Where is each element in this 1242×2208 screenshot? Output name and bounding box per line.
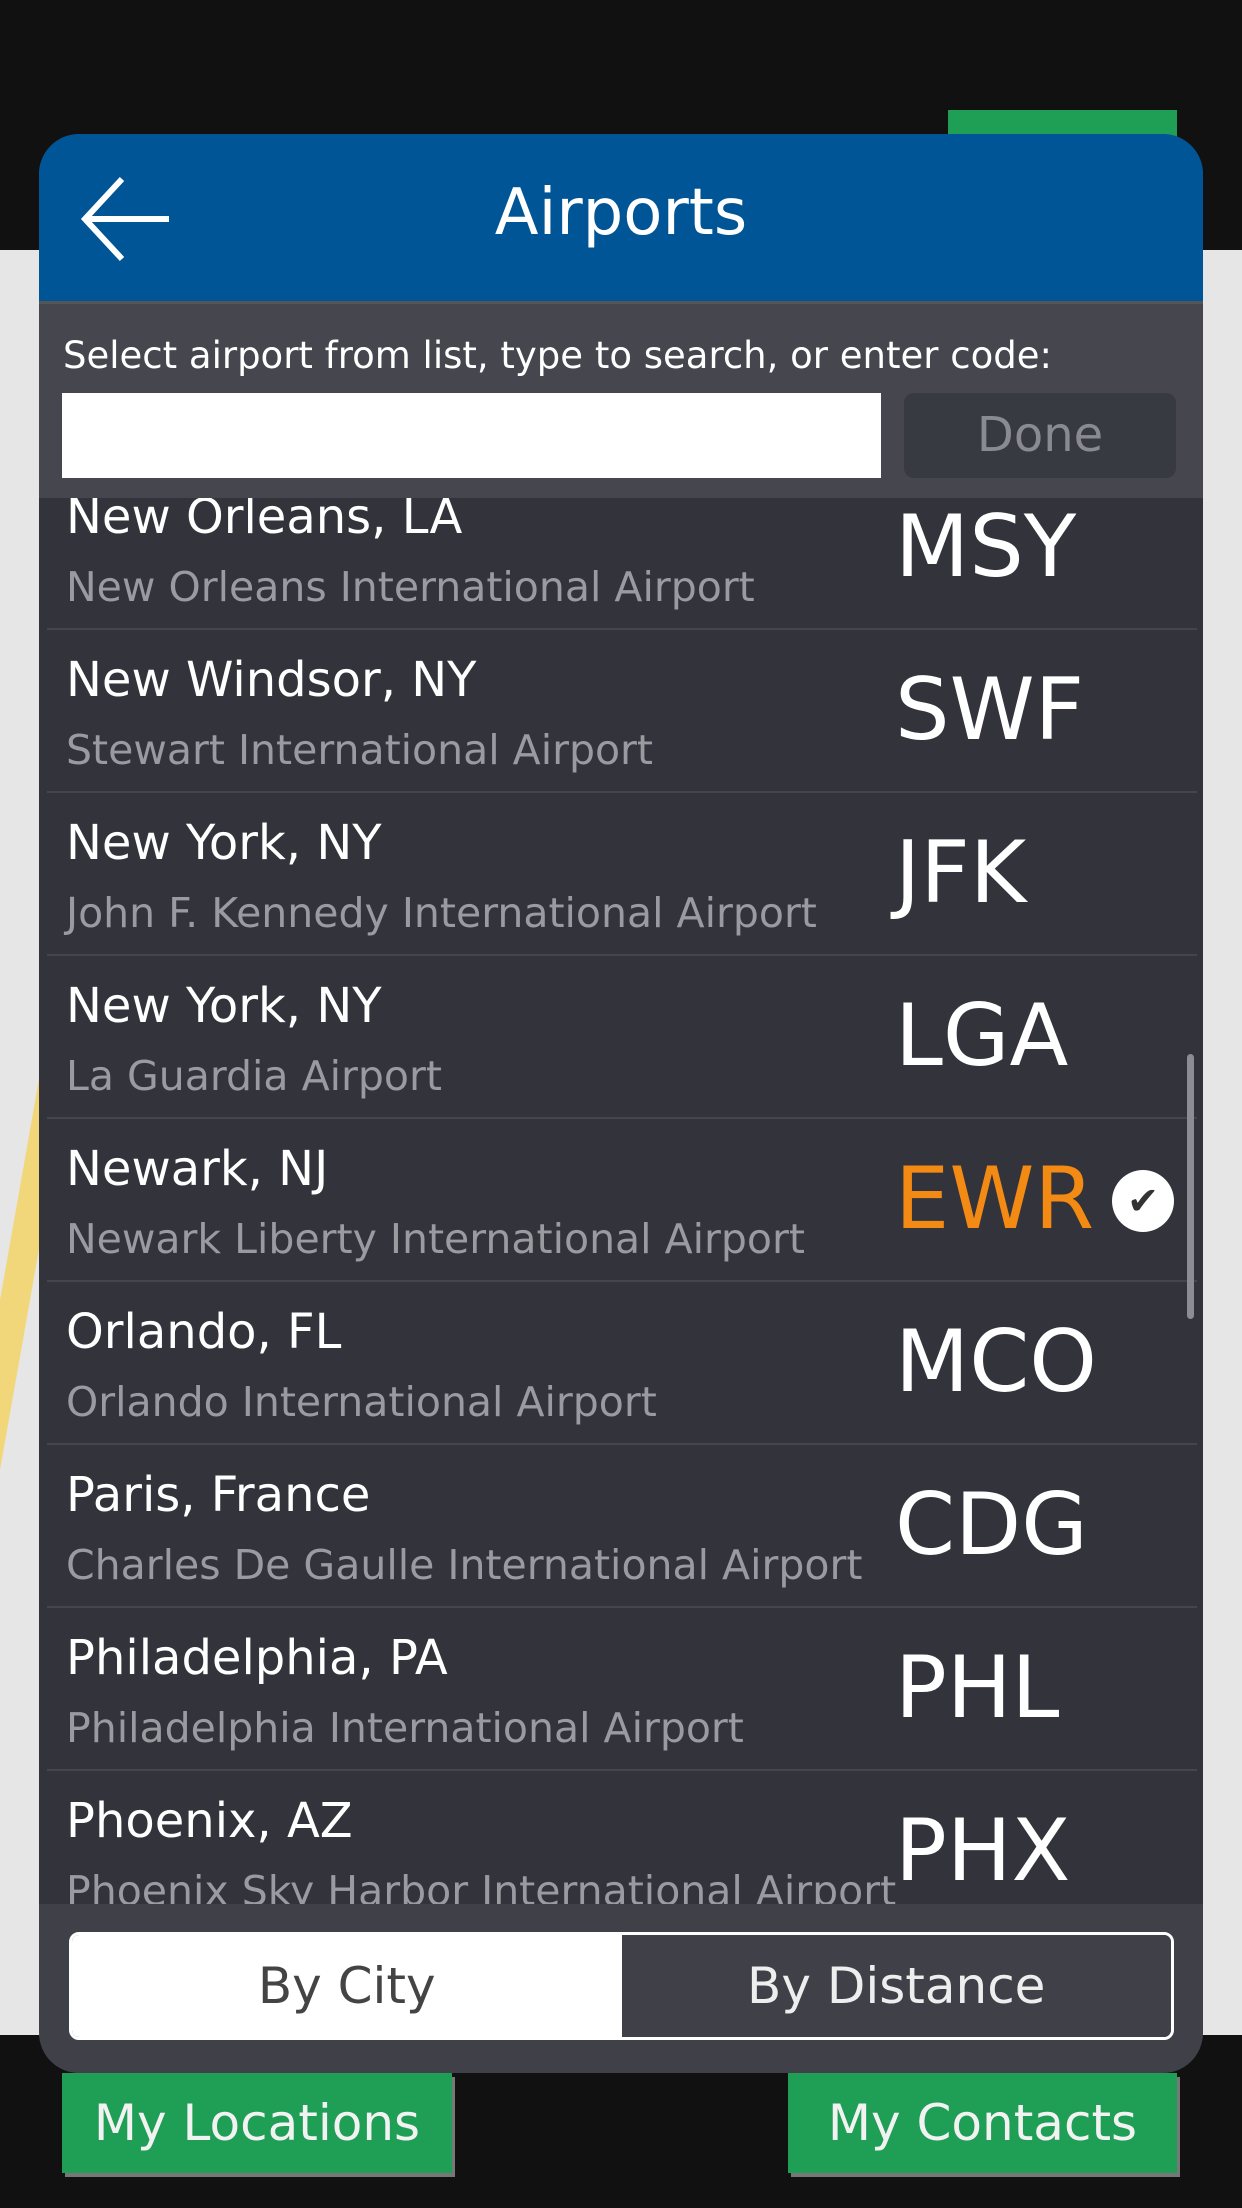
airport-row[interactable]: New York, NY La Guardia Airport LGA (47, 956, 1197, 1119)
airport-code: EWR (895, 1149, 1095, 1249)
airport-name: La Guardia Airport (66, 1052, 442, 1100)
airport-city: New Orleans, LA (66, 498, 463, 545)
airport-name: New Orleans International Airport (66, 563, 755, 611)
airport-code: MSY (895, 498, 1077, 597)
airport-name: Stewart International Airport (66, 726, 653, 774)
checkmark-icon: ✔ (1112, 1170, 1174, 1232)
airport-name: John F. Kennedy International Airport (66, 889, 817, 937)
airport-code: CDG (895, 1475, 1088, 1575)
sort-by-city[interactable]: By City (72, 1935, 622, 2037)
airport-city: New York, NY (66, 978, 382, 1034)
airport-row[interactable]: New Windsor, NY Stewart International Ai… (47, 630, 1197, 793)
sort-segmented-control: By City By Distance (69, 1932, 1174, 2040)
airport-city: Newark, NJ (66, 1141, 329, 1197)
airport-row[interactable]: Paris, France Charles De Gaulle Internat… (47, 1445, 1197, 1608)
airport-name: Charles De Gaulle International Airport (66, 1541, 863, 1589)
airport-name: Phoenix Sky Harbor International Airport (66, 1867, 897, 1904)
airport-code: JFK (895, 823, 1027, 923)
airport-name: Philadelphia International Airport (66, 1704, 744, 1752)
airport-code: LGA (895, 986, 1069, 1086)
airport-city: Phoenix, AZ (66, 1793, 353, 1849)
page-title: Airports (494, 176, 748, 250)
airport-row[interactable]: New Orleans, LA New Orleans Internationa… (47, 498, 1197, 630)
airport-city: New Windsor, NY (66, 652, 477, 708)
airport-row[interactable]: New York, NY John F. Kennedy Internation… (47, 793, 1197, 956)
airport-search-input[interactable] (62, 393, 881, 478)
airport-city: Philadelphia, PA (66, 1630, 448, 1686)
search-bar: Select airport from list, type to search… (39, 301, 1203, 498)
my-locations-button[interactable]: My Locations (62, 2073, 452, 2173)
airport-row[interactable]: Newark, NJ Newark Liberty International … (47, 1119, 1197, 1282)
airport-row[interactable]: Philadelphia, PA Philadelphia Internatio… (47, 1608, 1197, 1771)
airport-city: New York, NY (66, 815, 382, 871)
airport-row[interactable]: Phoenix, AZ Phoenix Sky Harbor Internati… (47, 1771, 1197, 1904)
airport-row[interactable]: Orlando, FL Orlando International Airpor… (47, 1282, 1197, 1445)
airport-code: PHL (895, 1638, 1060, 1738)
sort-by-distance[interactable]: By Distance (621, 1935, 1171, 2037)
airport-list[interactable]: New Orleans, LA New Orleans Internationa… (39, 498, 1203, 1904)
scrollbar[interactable] (1187, 1054, 1194, 1319)
airport-code: SWF (895, 660, 1085, 760)
airport-code: MCO (895, 1312, 1097, 1412)
modal-header: Airports (39, 134, 1203, 301)
airport-city: Orlando, FL (66, 1304, 342, 1360)
my-contacts-button[interactable]: My Contacts (788, 2073, 1177, 2173)
airport-city: Paris, France (66, 1467, 371, 1523)
airport-name: Newark Liberty International Airport (66, 1215, 805, 1263)
done-button[interactable]: Done (904, 393, 1176, 478)
airport-name: Orlando International Airport (66, 1378, 657, 1426)
airports-modal: Airports Select airport from list, type … (39, 134, 1203, 2073)
search-instruction: Select airport from list, type to search… (63, 334, 1052, 377)
airport-code: PHX (895, 1801, 1071, 1901)
